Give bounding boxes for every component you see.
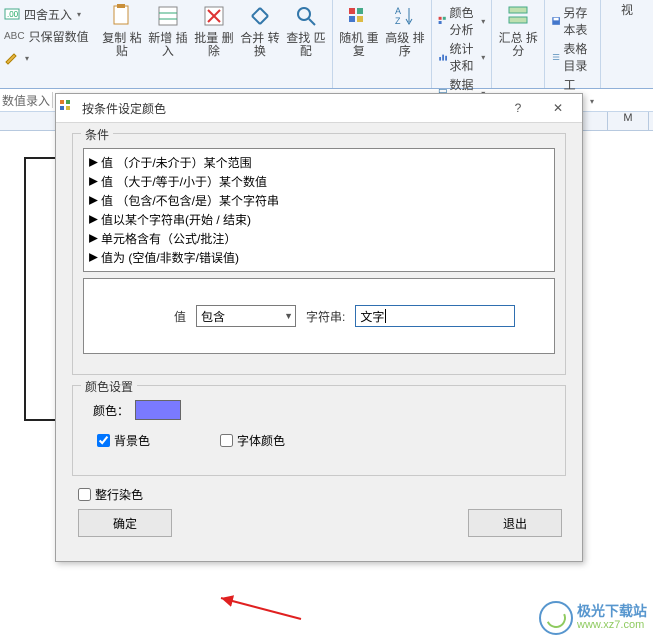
string-input[interactable]: 文字 <box>355 305 515 327</box>
palette-icon <box>438 13 448 29</box>
svg-text:A: A <box>395 6 401 16</box>
save-this-sheet-button[interactable]: 另存本表 <box>551 4 594 38</box>
col-header-M[interactable]: M <box>608 112 649 130</box>
ribbon: .00 四舍五入 ▾ ABC 只保留数值 ▾ 复制 粘贴 新增 插入 批量 删除… <box>0 0 653 89</box>
text-caret <box>385 309 386 323</box>
condition-form: 值 包含 ▼ 字符串: 文字 <box>83 278 555 354</box>
insert-icon <box>154 2 182 30</box>
view-button[interactable]: 视 <box>607 2 647 17</box>
app-icon <box>60 100 76 116</box>
merge-convert-button[interactable]: 合并 转换 <box>240 2 280 58</box>
toc-icon <box>551 49 561 65</box>
chevron-down-icon: ▾ <box>25 54 29 63</box>
dialog-titlebar[interactable]: 按条件设定颜色 ? ✕ <box>56 94 582 123</box>
cancel-button[interactable]: 退出 <box>468 509 562 537</box>
save-icon <box>551 13 561 29</box>
summary-split-button[interactable]: 汇总 拆分 <box>498 2 538 58</box>
condition-color-dialog: 按条件设定颜色 ? ✕ 条件 值 （介于/未介于）某个范围 值 （大于/等于/小… <box>55 93 583 562</box>
abc-icon: ABC <box>4 31 25 42</box>
color-label: 颜色： <box>93 402 129 419</box>
string-label: 字符串: <box>306 308 345 325</box>
copy-paste-button[interactable]: 复制 粘贴 <box>102 2 142 58</box>
format-button[interactable]: ▾ <box>4 48 96 68</box>
full-row-checkbox[interactable] <box>78 488 91 501</box>
conditions-fieldset: 条件 值 （介于/未介于）某个范围 值 （大于/等于/小于）某个数值 值 （包含… <box>72 133 566 375</box>
cond-compare[interactable]: 值 （大于/等于/小于）某个数值 <box>86 172 552 191</box>
font-color-checkbox[interactable] <box>220 434 233 447</box>
conditions-legend: 条件 <box>81 126 113 143</box>
stats-sum-button[interactable]: 统计求和▾ <box>438 40 485 74</box>
table-toc-button[interactable]: 表格目录 <box>551 40 594 74</box>
sort-icon: AZ <box>391 2 419 30</box>
help-button[interactable]: ? <box>498 97 538 119</box>
color-settings-fieldset: 颜色设置 颜色： 背景色 字体颜色 <box>72 385 566 476</box>
bg-color-checkbox[interactable] <box>97 434 110 447</box>
chart-icon <box>438 49 448 65</box>
ribbon-left-mini: .00 四舍五入 ▾ ABC 只保留数值 ▾ <box>4 0 96 88</box>
summary-icon <box>504 2 532 30</box>
batch-delete-button[interactable]: 批量 删除 <box>194 2 234 58</box>
chevron-down-icon: ▾ <box>77 10 81 19</box>
watermark: 极光下载站 www.xz7.com <box>539 601 647 635</box>
color-legend: 颜色设置 <box>81 378 137 395</box>
namebox-label: 数值录入 <box>2 92 50 109</box>
cond-range[interactable]: 值 （介于/未介于）某个范围 <box>86 153 552 172</box>
value-label: 值 <box>174 308 186 325</box>
cond-contains[interactable]: 值 （包含/不包含/是）某个字符串 <box>86 191 552 210</box>
keep-values-button[interactable]: ABC 只保留数值 <box>4 26 96 46</box>
pencil-icon <box>4 50 20 66</box>
insert-button[interactable]: 新增 插入 <box>148 2 188 58</box>
color-swatch[interactable] <box>135 400 181 420</box>
round-button[interactable]: .00 四舍五入 ▾ <box>4 4 96 24</box>
adv-sort-button[interactable]: AZ高级 排序 <box>385 2 425 58</box>
cond-cellhas[interactable]: 单元格含有（公式/批注） <box>86 229 552 248</box>
round-icon: .00 <box>4 6 20 22</box>
cond-valueis[interactable]: 值为 (空值/非数字/错误值) <box>86 248 552 267</box>
ok-button[interactable]: 确定 <box>78 509 172 537</box>
dialog-title: 按条件设定颜色 <box>82 100 498 117</box>
color-analysis-button[interactable]: 颜色分析▾ <box>438 4 485 38</box>
cond-startend[interactable]: 值以某个字符串(开始 / 结束) <box>86 210 552 229</box>
delete-icon <box>200 2 228 30</box>
svg-text:.00: .00 <box>7 10 19 19</box>
clipboard-icon <box>108 2 136 30</box>
random-icon <box>345 2 373 30</box>
close-button[interactable]: ✕ <box>538 97 578 119</box>
watermark-logo-icon <box>539 601 573 635</box>
svg-text:Z: Z <box>395 16 401 26</box>
operator-select[interactable]: 包含 ▼ <box>196 305 296 327</box>
merge-icon <box>246 2 274 30</box>
ribbon-groups: 复制 粘贴 新增 插入 批量 删除 合并 转换 查找 匹配 随机 重复 AZ高级… <box>96 0 653 88</box>
condition-list[interactable]: 值 （介于/未介于）某个范围 值 （大于/等于/小于）某个数值 值 （包含/不包… <box>83 148 555 272</box>
random-dup-button[interactable]: 随机 重复 <box>339 2 379 58</box>
find-match-button[interactable]: 查找 匹配 <box>286 2 326 58</box>
find-icon <box>292 2 320 30</box>
chevron-down-icon: ▼ <box>284 311 293 321</box>
